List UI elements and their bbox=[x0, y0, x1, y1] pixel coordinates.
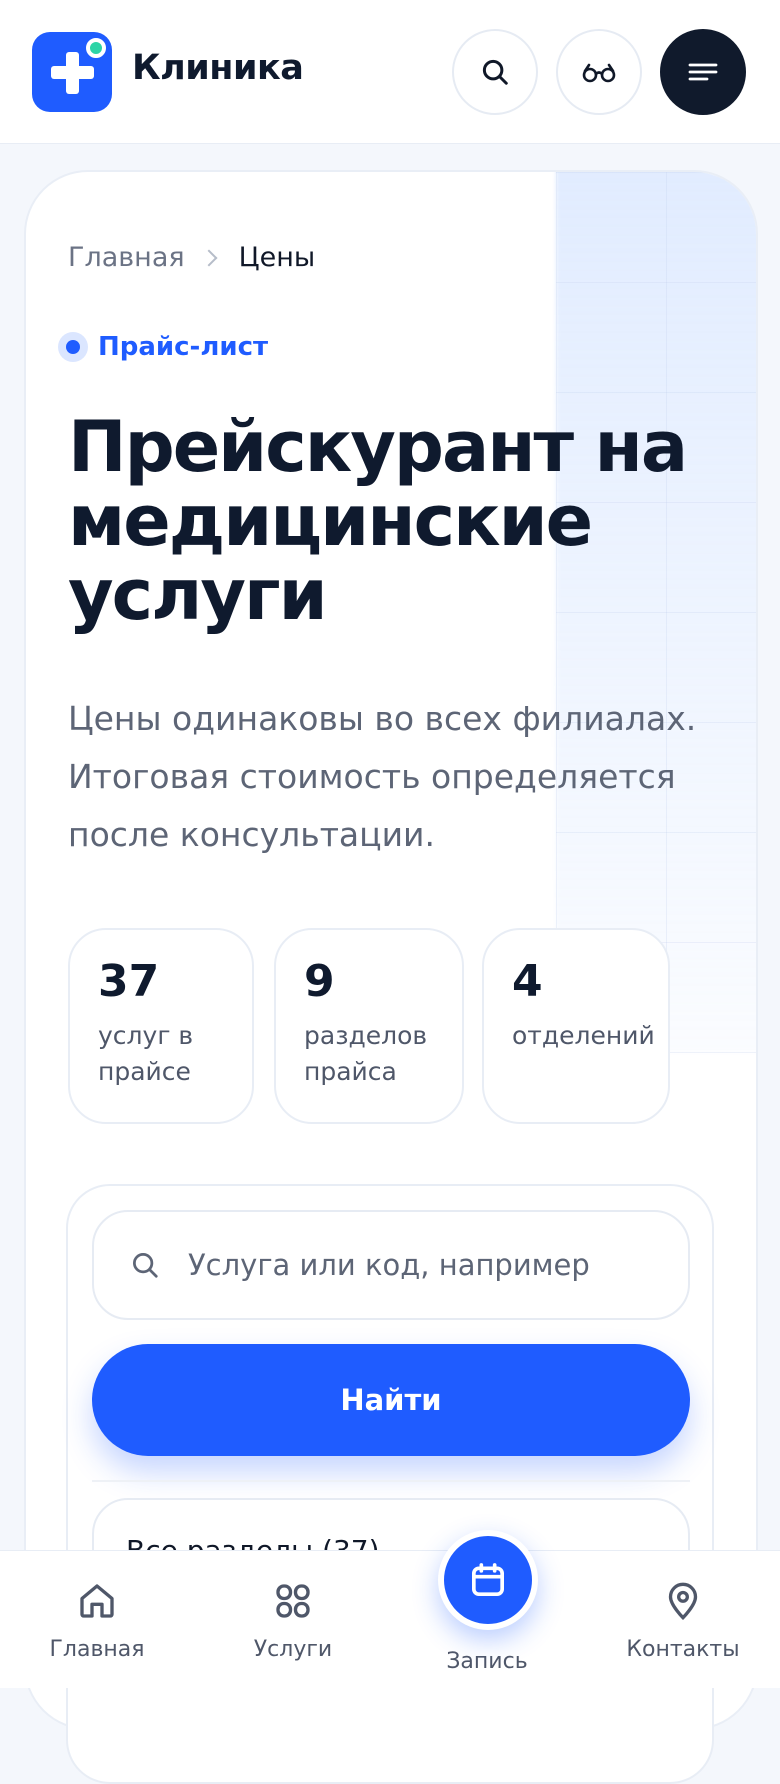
breadcrumb-home-link[interactable]: Главная bbox=[68, 242, 185, 273]
nav-item-services[interactable]: Услуги bbox=[218, 1577, 368, 1662]
nav-label-services: Услуги bbox=[253, 1637, 333, 1662]
badge-label: Прайс-лист bbox=[98, 332, 269, 362]
nav-item-contacts[interactable]: Контакты bbox=[608, 1577, 758, 1662]
stat-label: услуг в прайсе bbox=[98, 1021, 194, 1086]
stat-card-sections: 9 разделов прайса bbox=[274, 928, 464, 1124]
glasses-icon bbox=[582, 63, 616, 83]
nav-item-booking[interactable]: Запись bbox=[412, 1649, 562, 1674]
logo-status-dot bbox=[86, 38, 106, 58]
booking-fab-button[interactable] bbox=[438, 1530, 538, 1630]
stat-number: 9 bbox=[304, 956, 335, 1007]
stat-card-departments: 4 отделений bbox=[482, 928, 670, 1124]
badge-dot-icon bbox=[58, 332, 88, 362]
search-icon bbox=[482, 59, 508, 85]
search-input[interactable] bbox=[188, 1248, 668, 1282]
stat-label: разделов прайса bbox=[304, 1021, 428, 1086]
logo-cross-horizontal bbox=[51, 66, 94, 79]
top-header: Клиника bbox=[0, 0, 780, 144]
menu-button[interactable] bbox=[660, 29, 746, 115]
clinic-logo[interactable] bbox=[32, 32, 112, 112]
home-icon bbox=[80, 1584, 114, 1618]
accessibility-button[interactable] bbox=[556, 29, 642, 115]
search-field[interactable] bbox=[92, 1210, 690, 1320]
section-badge: Прайс-лист bbox=[58, 332, 268, 362]
chevron-right-icon bbox=[200, 249, 218, 266]
grid-icon bbox=[276, 1584, 310, 1618]
page-subtitle: Цены одинаковы во всех филиалах. Итогова… bbox=[68, 699, 697, 854]
stat-label: отделений bbox=[512, 1021, 655, 1050]
hamburger-icon bbox=[688, 63, 718, 81]
location-pin-icon bbox=[668, 1582, 698, 1621]
brand-name[interactable]: Клиника bbox=[132, 48, 304, 88]
nav-label-contacts: Контакты bbox=[626, 1637, 740, 1662]
nav-label-booking: Запись bbox=[446, 1649, 528, 1674]
nav-label-home: Главная bbox=[49, 1637, 145, 1662]
stats-row: 37 услуг в прайсе 9 разделов прайса 4 от… bbox=[68, 928, 716, 1124]
calendar-icon bbox=[472, 1563, 504, 1596]
stat-number: 37 bbox=[98, 956, 160, 1007]
breadcrumb-current: Цены bbox=[238, 242, 316, 273]
divider bbox=[92, 1480, 690, 1482]
bottom-navigation: Главная Услуги Запись Контакты bbox=[0, 1550, 780, 1688]
price-search-card: Найти Все разделы (37) bbox=[66, 1184, 714, 1784]
nav-item-home[interactable]: Главная bbox=[22, 1577, 172, 1662]
find-button[interactable]: Найти bbox=[92, 1344, 690, 1456]
stat-number: 4 bbox=[512, 956, 543, 1007]
search-icon bbox=[133, 1253, 158, 1278]
stat-card-services: 37 услуг в прайсе bbox=[68, 928, 254, 1124]
page-title: Прейскурант на медицинские услуги bbox=[68, 406, 688, 636]
breadcrumb: Главная Цены bbox=[68, 242, 315, 273]
search-button[interactable] bbox=[452, 29, 538, 115]
